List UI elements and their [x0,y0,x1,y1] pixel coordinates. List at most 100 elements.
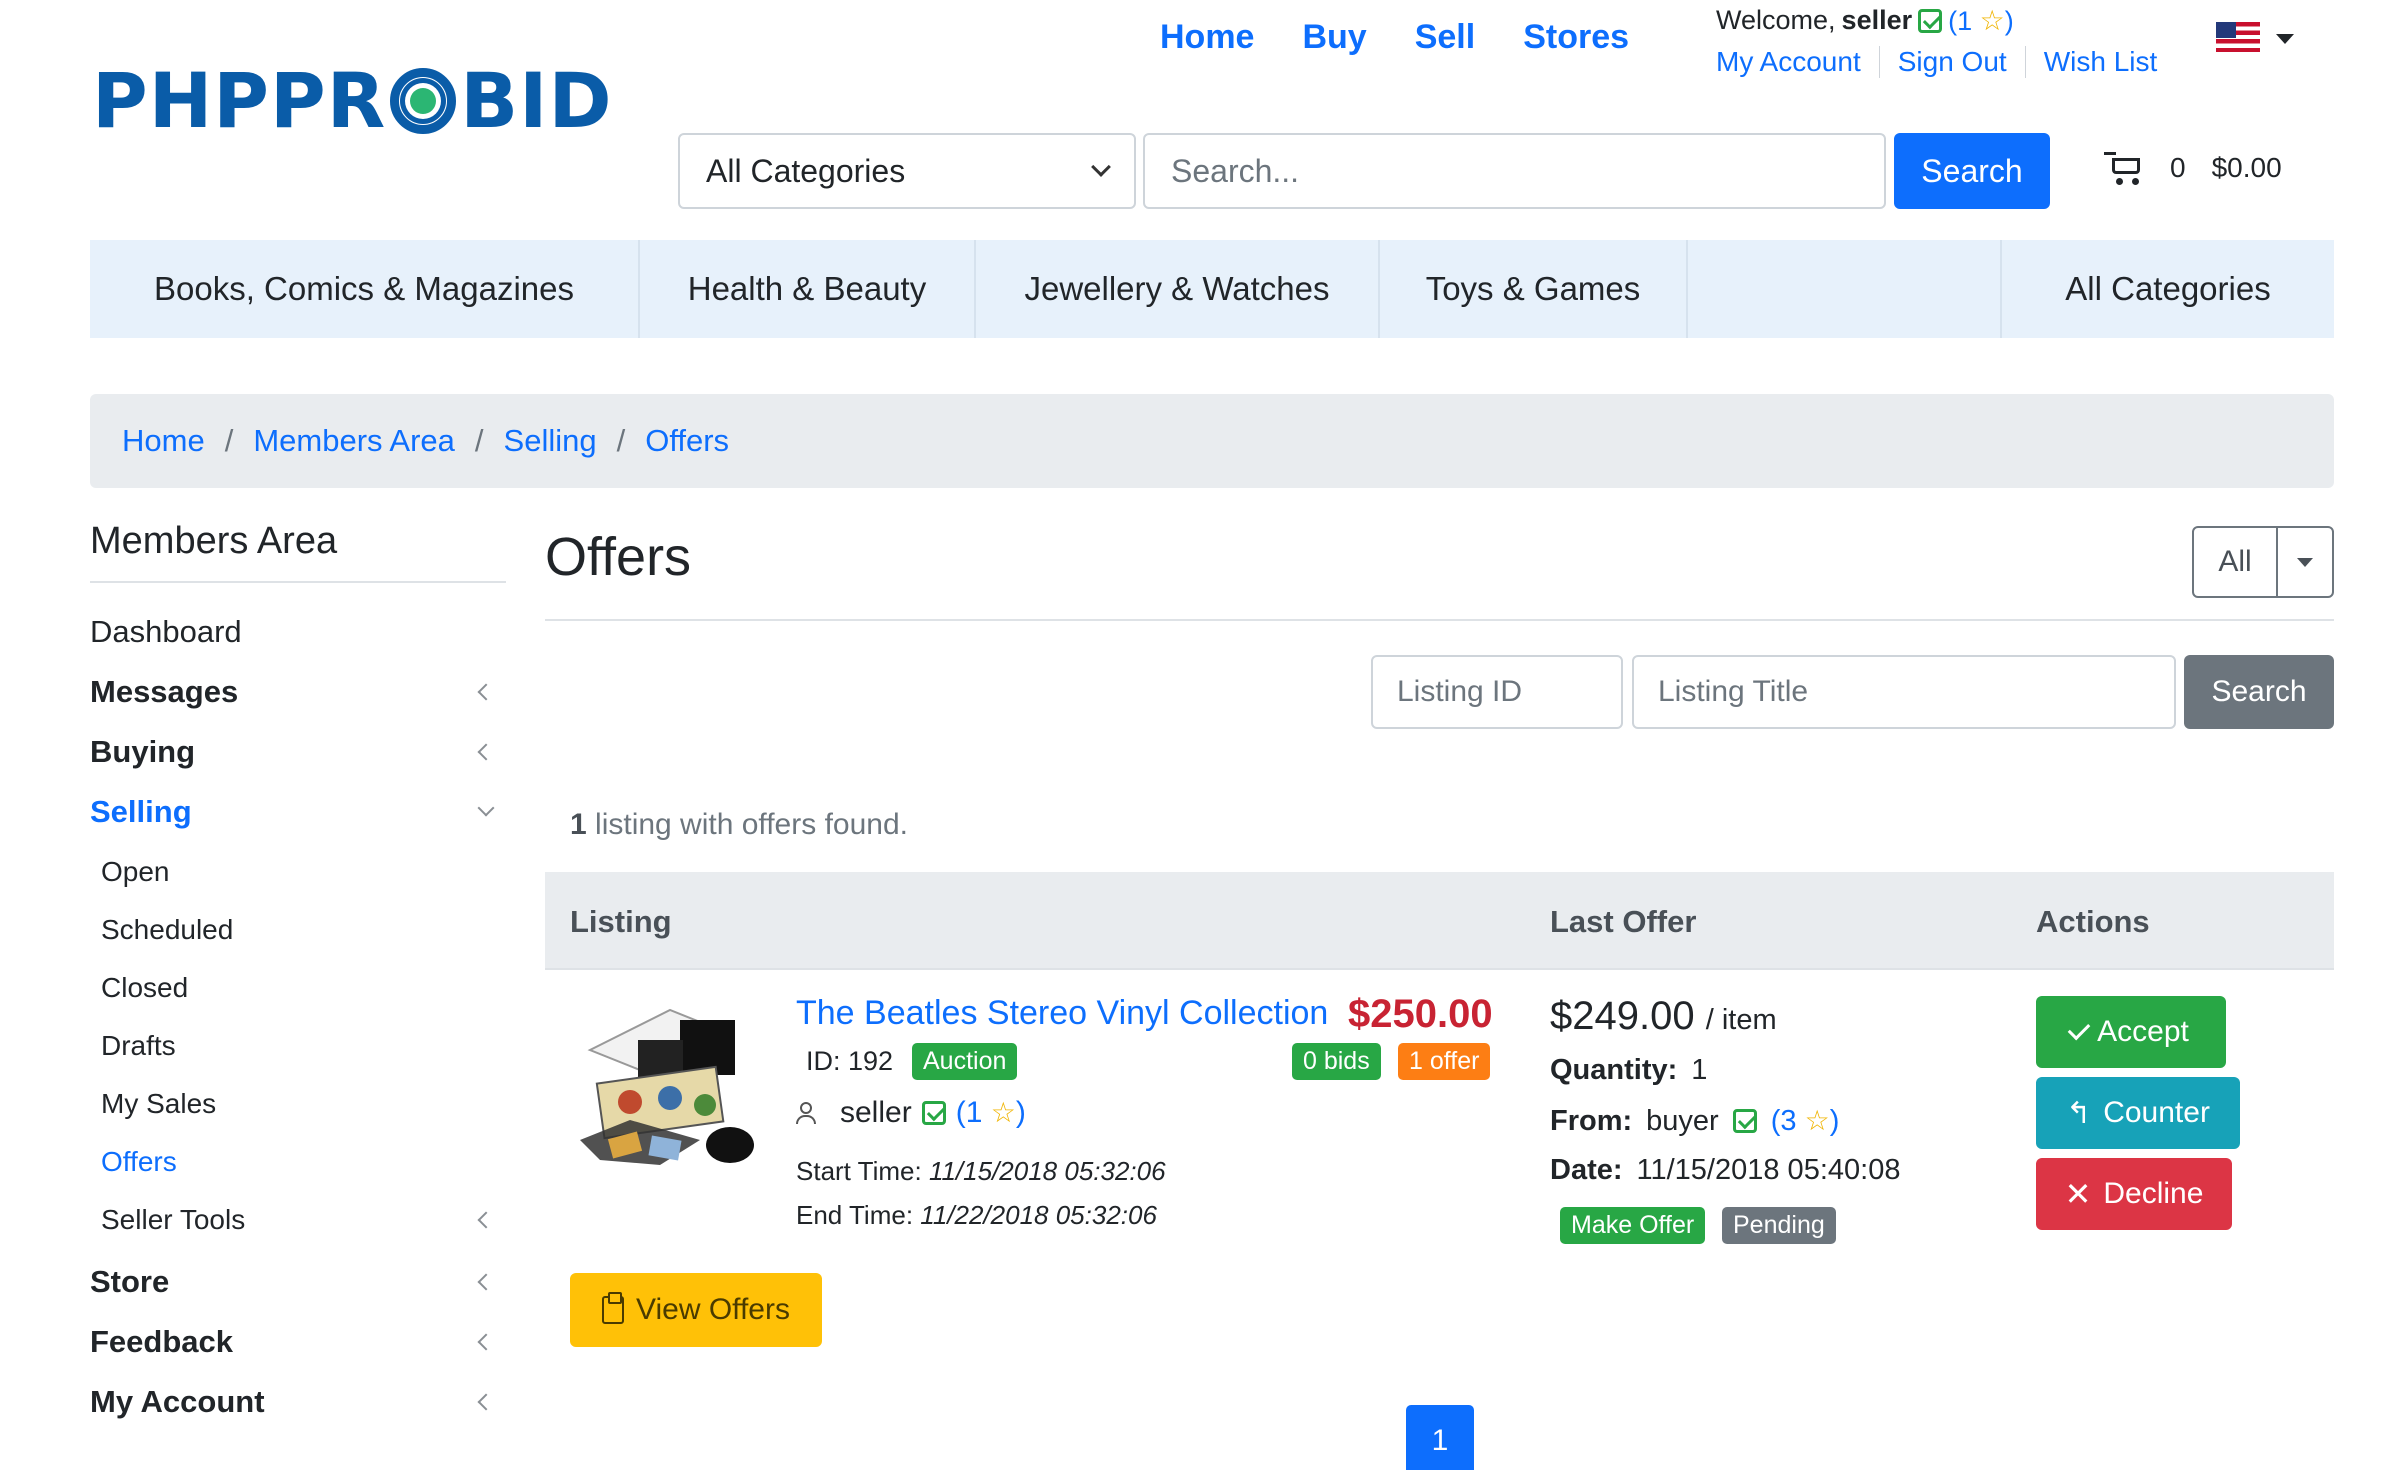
search-input[interactable]: Search... [1143,133,1886,209]
listing-id: ID: 192 [806,1046,894,1076]
listing-id-input[interactable]: Listing ID [1371,655,1623,729]
chevron-left-icon [477,1333,495,1351]
breadcrumb-offers[interactable]: Offers [645,423,729,459]
cart-total: $0.00 [2211,152,2282,183]
check-icon [2067,1017,2091,1041]
category-toys-games[interactable]: Toys & Games [1380,240,1688,338]
search-button[interactable]: Search [1894,133,2050,209]
verified-check-icon [921,1101,946,1125]
offer-date: Date: 11/15/2018 05:40:08 [1550,1154,1901,1186]
breadcrumb-selling[interactable]: Selling [504,423,597,459]
listing-thumbnail[interactable] [570,990,760,1180]
buyer-name[interactable]: buyer [1646,1105,1719,1138]
logo-text-left: PHPPR [92,56,387,145]
page-title: Offers [545,527,692,587]
sidebar-item-selling[interactable]: Selling [90,794,500,830]
user-icon [796,1102,816,1124]
star-icon: ☆ [1804,1105,1830,1136]
listing-price: $250.00 [1348,992,1493,1036]
category-health-beauty[interactable]: Health & Beauty [640,240,976,338]
table-header: Listing Last Offer Actions [545,872,2334,970]
us-flag-icon[interactable] [2216,22,2260,52]
sidebar-item-store[interactable]: Store [90,1264,500,1300]
logo-text-right: BID [460,56,613,145]
language-dropdown-caret-icon[interactable] [2276,34,2294,44]
decline-button[interactable]: ✕ Decline [2036,1158,2232,1230]
sidebar-item-feedback[interactable]: Feedback [90,1324,500,1360]
view-offers-button[interactable]: View Offers [570,1273,822,1347]
category-select[interactable]: All Categories [678,133,1136,209]
sidebar-item-messages[interactable]: Messages [90,674,500,710]
sidebar-item-offers[interactable]: Offers [101,1146,500,1178]
chevron-down-icon [477,799,495,817]
category-books[interactable]: Books, Comics & Magazines [90,240,640,338]
bids-badge: 0 bids [1292,1043,1381,1080]
sidebar-item-closed[interactable]: Closed [101,972,500,1004]
sidebar-item-buying[interactable]: Buying [90,734,500,770]
username[interactable]: seller [1842,5,1913,36]
category-select-value: All Categories [706,152,906,189]
sidebar-item-my-sales[interactable]: My Sales [101,1088,500,1120]
sidebar-item-seller-tools[interactable]: Seller Tools [101,1204,500,1236]
sidebar-item-my-account[interactable]: My Account [90,1384,500,1420]
nav-sell[interactable]: Sell [1415,18,1475,57]
header-actions: Actions [2036,904,2150,939]
listing-title-input[interactable]: Listing Title [1632,655,2176,729]
pagination-page-1[interactable]: 1 [1406,1405,1474,1470]
sidebar-item-drafts[interactable]: Drafts [101,1030,500,1062]
pending-badge: Pending [1722,1207,1836,1244]
user-feedback[interactable]: (1 ☆) [1948,4,2014,37]
nav-home[interactable]: Home [1160,18,1254,57]
sign-out-link[interactable]: Sign Out [1878,46,2025,78]
verified-check-icon [1732,1109,1757,1133]
cart-icon [2104,150,2144,186]
my-account-link[interactable]: My Account [1716,46,1879,78]
header-last-offer: Last Offer [1550,904,1697,939]
filter-search-button[interactable]: Search [2184,655,2334,729]
filter-value[interactable]: All [2194,528,2278,596]
divider [545,619,2334,621]
listing-title-link[interactable]: The Beatles Stereo Vinyl Collection [796,994,1328,1033]
wish-list-link[interactable]: Wish List [2024,46,2176,78]
breadcrumb-members-area[interactable]: Members Area [253,423,455,459]
sidebar-item-dashboard[interactable]: Dashboard [90,614,500,650]
chevron-left-icon [477,1273,495,1291]
star-icon: ☆ [1979,5,2005,36]
buyer-feedback[interactable]: (3 ☆) [1771,1104,1840,1138]
verified-check-icon [1918,8,1943,33]
sidebar-title: Members Area [90,520,506,583]
offer-from: From: buyer (3 ☆) [1550,1104,1840,1138]
clipboard-icon [602,1292,625,1324]
star-icon: ☆ [990,1097,1016,1128]
sidebar-item-open[interactable]: Open [101,856,500,888]
make-offer-badge: Make Offer [1560,1207,1706,1244]
logo-target-icon [390,67,457,134]
cart[interactable]: 0 $0.00 [2104,150,2282,186]
site-logo[interactable]: PHPPR BID [92,56,613,145]
start-time: Start Time: 11/15/2018 05:32:06 [796,1156,1166,1186]
sidebar-item-scheduled[interactable]: Scheduled [101,914,500,946]
nav-buy[interactable]: Buy [1302,18,1366,57]
chevron-left-icon [477,1211,495,1229]
category-all[interactable]: All Categories [2000,240,2334,338]
chevron-left-icon [477,683,495,701]
account-links: My Account Sign Out Wish List [1716,46,2175,78]
listing-seller: seller (1 ☆) [796,1096,1026,1130]
filter-toggle[interactable] [2278,528,2332,596]
chevron-down-icon [1091,157,1111,177]
breadcrumb-home[interactable]: Home [122,423,205,459]
end-time: End Time: 11/22/2018 05:32:06 [796,1200,1157,1230]
offer-amount: $249.00 / item [1550,994,1777,1038]
filter-dropdown[interactable]: All [2192,526,2334,598]
chevron-left-icon [477,1393,495,1411]
auction-badge: Auction [912,1043,1018,1080]
seller-name[interactable]: seller [840,1096,912,1130]
offers-badge: 1 offer [1398,1043,1491,1080]
close-icon: ✕ [2064,1176,2092,1212]
accept-button[interactable]: Accept [2036,996,2226,1068]
counter-button[interactable]: ↰ Counter [2036,1077,2240,1149]
category-jewellery-watches[interactable]: Jewellery & Watches [976,240,1380,338]
seller-feedback[interactable]: (1 ☆) [956,1096,1026,1130]
chevron-left-icon [477,743,495,761]
nav-stores[interactable]: Stores [1523,18,1629,57]
